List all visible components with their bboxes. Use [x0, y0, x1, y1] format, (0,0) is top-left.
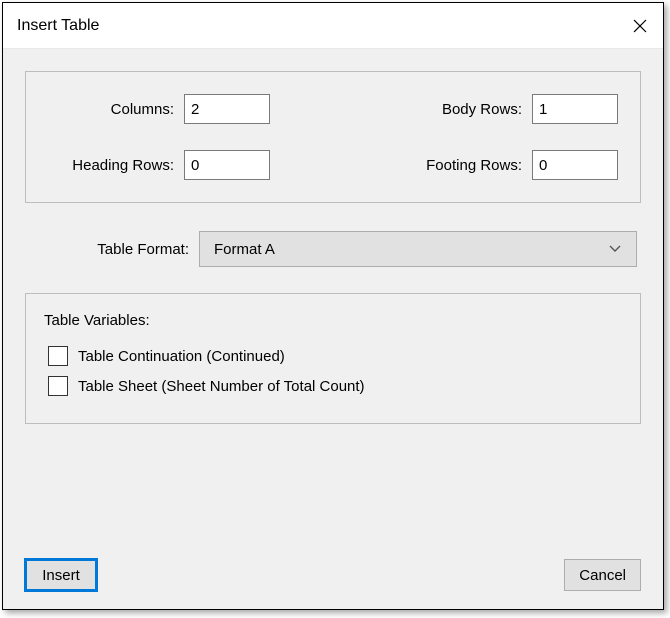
close-icon[interactable]	[633, 19, 647, 33]
footing-rows-label: Footing Rows:	[392, 157, 532, 174]
table-variables-label: Table Variables:	[44, 312, 622, 329]
heading-rows-input[interactable]	[184, 150, 270, 180]
table-sheet-row[interactable]: Table Sheet (Sheet Number of Total Count…	[44, 371, 622, 401]
dimensions-group: Columns: Body Rows: Heading Rows: Footin…	[25, 71, 641, 203]
insert-table-dialog: Insert Table Columns: Body Rows: Heading…	[2, 2, 664, 610]
chevron-down-icon	[608, 245, 622, 253]
table-continuation-label: Table Continuation (Continued)	[78, 348, 285, 365]
table-format-dropdown[interactable]: Format A	[199, 231, 637, 267]
footing-rows-input[interactable]	[532, 150, 618, 180]
body-rows-input[interactable]	[532, 94, 618, 124]
table-continuation-row[interactable]: Table Continuation (Continued)	[44, 341, 622, 371]
columns-label: Columns:	[44, 101, 184, 118]
table-sheet-label: Table Sheet (Sheet Number of Total Count…	[78, 378, 365, 395]
button-row: Insert Cancel	[25, 533, 641, 591]
table-sheet-checkbox[interactable]	[48, 376, 68, 396]
table-format-label: Table Format:	[29, 241, 199, 258]
table-format-row: Table Format: Format A	[25, 231, 641, 267]
body-rows-label: Body Rows:	[392, 101, 532, 118]
insert-button[interactable]: Insert	[25, 559, 97, 591]
titlebar: Insert Table	[3, 3, 663, 49]
table-variables-group: Table Variables: Table Continuation (Con…	[25, 293, 641, 424]
heading-rows-label: Heading Rows:	[44, 157, 184, 174]
cancel-button[interactable]: Cancel	[564, 559, 641, 591]
dialog-content: Columns: Body Rows: Heading Rows: Footin…	[3, 49, 663, 609]
table-format-selected: Format A	[214, 241, 275, 258]
dialog-title: Insert Table	[17, 17, 99, 35]
table-continuation-checkbox[interactable]	[48, 346, 68, 366]
columns-input[interactable]	[184, 94, 270, 124]
